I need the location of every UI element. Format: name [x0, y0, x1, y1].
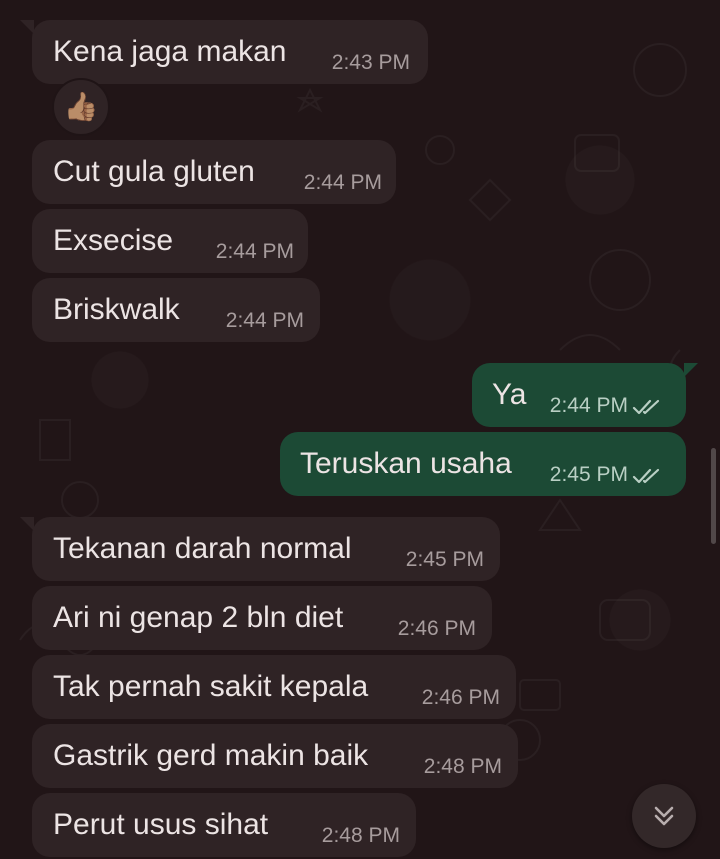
- message-bubble-incoming[interactable]: Briskwalk 2:44 PM: [32, 278, 320, 342]
- message-text: Tak pernah sakit kepala: [53, 670, 369, 703]
- bubble-tail: [684, 363, 698, 377]
- message-time: 2:46 PM: [421, 686, 500, 709]
- message-text: Kena jaga makan: [53, 35, 287, 68]
- message-bubble-incoming[interactable]: Kena jaga makan 2:43 PM: [20, 20, 428, 84]
- message-bubble-outgoing[interactable]: Ya 2:44 PM: [472, 363, 698, 427]
- double-check-icon: [632, 399, 660, 415]
- bubble-tail: [20, 20, 34, 34]
- chevron-double-down-icon: [654, 806, 674, 826]
- scroll-to-bottom-button[interactable]: [632, 784, 696, 848]
- message-bubble-incoming[interactable]: Tak pernah sakit kepala 2:46 PM: [32, 655, 516, 719]
- thumbs-up-icon: 👍🏽: [63, 91, 99, 122]
- message-text: Briskwalk: [53, 293, 180, 326]
- message-time: 2:48 PM: [423, 755, 502, 778]
- message-time: 2:44 PM: [225, 309, 304, 332]
- scrollbar-thumb[interactable]: [711, 448, 716, 544]
- bubble-tail: [20, 517, 34, 531]
- message-time: 2:44 PM: [549, 394, 628, 417]
- message-bubble-outgoing[interactable]: Teruskan usaha 2:45 PM: [280, 432, 686, 496]
- message-time: 2:45 PM: [549, 463, 628, 486]
- message-time: 2:46 PM: [397, 617, 476, 640]
- message-bubble-incoming[interactable]: Ari ni genap 2 bln diet 2:46 PM: [32, 586, 492, 650]
- message-bubble-incoming[interactable]: Cut gula gluten 2:44 PM: [32, 140, 396, 204]
- double-check-icon: [632, 468, 660, 484]
- message-text: Exsecise: [53, 224, 174, 257]
- message-text: Teruskan usaha: [300, 447, 512, 480]
- message-text: Gastrik gerd makin baik: [53, 739, 369, 772]
- message-time: 2:44 PM: [215, 240, 294, 263]
- message-time: 2:48 PM: [321, 824, 400, 847]
- message-bubble-incoming[interactable]: Gastrik gerd makin baik 2:48 PM: [32, 724, 518, 788]
- message-time: 2:45 PM: [405, 548, 484, 571]
- message-text: Ya: [492, 378, 527, 411]
- reaction-thumbs-up[interactable]: 👍🏽: [52, 78, 110, 136]
- message-time: 2:43 PM: [331, 51, 410, 74]
- message-time: 2:44 PM: [303, 171, 382, 194]
- message-text: Ari ni genap 2 bln diet: [53, 601, 344, 634]
- message-bubble-incoming[interactable]: Exsecise 2:44 PM: [32, 209, 308, 273]
- message-text: Perut usus sihat: [53, 808, 269, 841]
- message-bubble-incoming[interactable]: Perut usus sihat 2:48 PM: [32, 793, 416, 857]
- message-text: Tekanan darah normal: [53, 532, 352, 565]
- message-text: Cut gula gluten: [53, 155, 255, 188]
- message-bubble-incoming[interactable]: Tekanan darah normal 2:45 PM: [20, 517, 500, 581]
